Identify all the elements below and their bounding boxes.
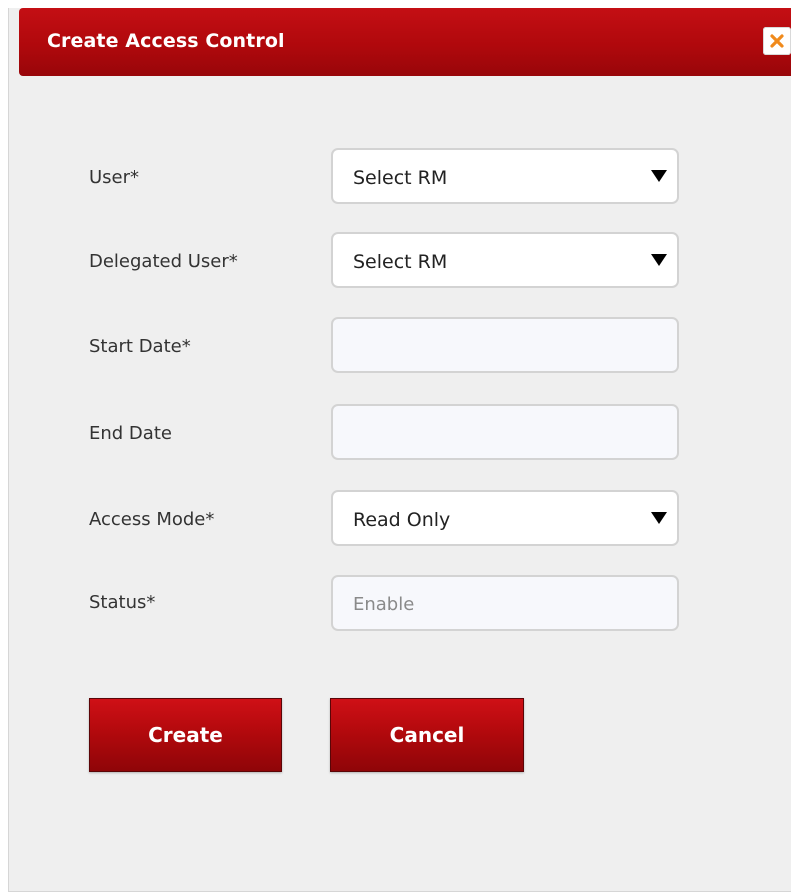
- delegated-user-select[interactable]: Select RM: [331, 232, 679, 288]
- start-date-label: Start Date*: [89, 336, 191, 357]
- delegated-user-label: Delegated User*: [89, 251, 238, 272]
- dropdown-arrow-icon: [651, 254, 667, 266]
- end-date-input[interactable]: [331, 404, 679, 460]
- status-placeholder: Enable: [353, 594, 415, 615]
- dialog-title: Create Access Control: [47, 30, 285, 52]
- user-select[interactable]: Select RM: [331, 148, 679, 204]
- end-date-label: End Date: [89, 423, 172, 444]
- dropdown-arrow-icon: [651, 170, 667, 182]
- close-icon: [770, 34, 784, 48]
- access-mode-label: Access Mode*: [89, 509, 215, 530]
- access-mode-select[interactable]: Read Only: [331, 490, 679, 546]
- delegated-user-select-value: Select RM: [353, 251, 448, 273]
- create-button[interactable]: Create: [89, 698, 282, 772]
- dialog-header: Create Access Control: [19, 8, 791, 76]
- create-access-control-dialog: Create Access Control User* Select RM De…: [8, 8, 791, 892]
- end-date-row: End Date: [89, 404, 689, 462]
- status-input[interactable]: Enable: [331, 575, 679, 631]
- status-label: Status*: [89, 592, 156, 613]
- start-date-input[interactable]: [331, 317, 679, 373]
- delegated-user-row: Delegated User* Select RM: [89, 232, 689, 290]
- access-mode-select-value: Read Only: [353, 509, 451, 531]
- cancel-button[interactable]: Cancel: [330, 698, 524, 772]
- user-select-value: Select RM: [353, 167, 448, 189]
- access-mode-row: Access Mode* Read Only: [89, 490, 689, 548]
- user-row: User* Select RM: [89, 148, 689, 206]
- user-label: User*: [89, 167, 140, 188]
- start-date-row: Start Date*: [89, 317, 689, 375]
- close-button[interactable]: [763, 27, 791, 55]
- dropdown-arrow-icon: [651, 512, 667, 524]
- status-row: Status* Enable: [89, 575, 689, 633]
